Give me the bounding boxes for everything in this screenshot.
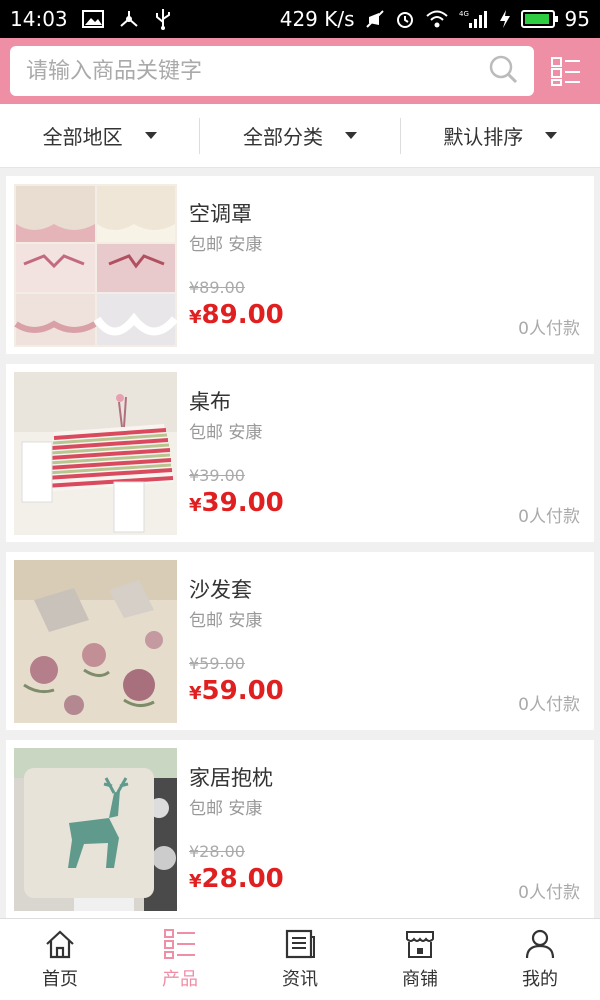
product-price: ¥39.00 <box>189 488 284 518</box>
list-icon <box>164 928 195 959</box>
search-box[interactable] <box>10 46 534 96</box>
product-info: 家居抱枕 包邮 安康 ¥28.00 ¥28.00 0人付款 <box>189 748 586 911</box>
filter-category[interactable]: 全部分类 <box>200 117 401 154</box>
product-price: ¥28.00 <box>189 864 284 894</box>
usb-tether-icon <box>118 9 140 29</box>
filter-label: 全部地区 <box>42 125 123 149</box>
product-list: 空调罩 包邮 安康 ¥89.00 ¥89.00 0人付款 桌布 包邮 安康 ¥3… <box>0 168 600 918</box>
bottom-nav: 首页 产品 资讯 商铺 我的 <box>0 918 600 1000</box>
product-sold-count: 0人付款 <box>518 318 580 339</box>
currency-symbol: ¥ <box>189 494 202 516</box>
filter-region[interactable]: 全部地区 <box>0 117 201 154</box>
product-tag: 包邮 安康 <box>189 610 263 631</box>
wifi-icon <box>425 9 449 29</box>
home-icon <box>46 930 74 958</box>
user-icon <box>525 929 555 958</box>
nav-products[interactable]: 产品 <box>120 919 240 1000</box>
price-value: 28.00 <box>201 863 284 894</box>
nav-label: 产品 <box>162 968 198 990</box>
product-tag: 包邮 安康 <box>189 798 263 819</box>
product-image <box>14 747 177 911</box>
product-sold-count: 0人付款 <box>518 694 580 715</box>
product-card[interactable]: 沙发套 包邮 安康 ¥59.00 ¥59.00 0人付款 <box>6 552 594 730</box>
network-speed: 429 K/s <box>279 7 355 31</box>
product-image <box>14 559 177 723</box>
product-info: 沙发套 包邮 安康 ¥59.00 ¥59.00 0人付款 <box>189 560 586 723</box>
product-name: 沙发套 <box>189 577 252 602</box>
product-name: 桌布 <box>189 389 231 414</box>
nav-home[interactable]: 首页 <box>0 919 120 1000</box>
nav-shop[interactable]: 商铺 <box>360 919 480 1000</box>
product-image <box>14 183 177 347</box>
category-menu-button[interactable] <box>550 55 582 87</box>
battery-icon <box>520 10 558 28</box>
product-card[interactable]: 空调罩 包邮 安康 ¥89.00 ¥89.00 0人付款 <box>6 176 594 354</box>
product-sold-count: 0人付款 <box>518 506 580 527</box>
mute-icon <box>365 9 385 29</box>
battery-percent: 95 <box>564 7 590 31</box>
category-grid-icon <box>551 57 580 86</box>
product-image <box>14 371 177 535</box>
nav-label: 首页 <box>42 968 78 990</box>
filter-bar: 全部地区 全部分类 默认排序 <box>0 104 600 168</box>
news-icon <box>285 929 315 958</box>
currency-symbol: ¥ <box>189 306 202 328</box>
caret-down-icon <box>545 132 558 139</box>
filter-sort[interactable]: 默认排序 <box>401 118 600 154</box>
product-info: 空调罩 包邮 安康 ¥89.00 ¥89.00 0人付款 <box>189 184 586 347</box>
product-price: ¥89.00 <box>189 300 284 330</box>
search-icon[interactable] <box>488 54 518 88</box>
alarm-icon <box>395 9 415 29</box>
product-card[interactable]: 家居抱枕 包邮 安康 ¥28.00 ¥28.00 0人付款 <box>6 740 594 918</box>
nav-label: 资讯 <box>282 968 318 990</box>
nav-news[interactable]: 资讯 <box>240 919 360 1000</box>
caret-down-icon <box>344 132 357 139</box>
product-price: ¥59.00 <box>189 676 284 706</box>
status-bar: 14:03 429 K/s 4G 95 <box>0 0 600 38</box>
usb-icon <box>154 8 172 30</box>
product-tag: 包邮 安康 <box>189 234 263 255</box>
product-name: 空调罩 <box>189 201 252 226</box>
product-name: 家居抱枕 <box>189 765 273 790</box>
currency-symbol: ¥ <box>189 870 202 892</box>
product-card[interactable]: 桌布 包邮 安康 ¥39.00 ¥39.00 0人付款 <box>6 364 594 542</box>
product-sold-count: 0人付款 <box>518 882 580 903</box>
search-input[interactable] <box>26 58 488 84</box>
nav-me[interactable]: 我的 <box>480 919 600 1000</box>
product-original-price: ¥28.00 <box>189 841 245 861</box>
product-original-price: ¥59.00 <box>189 653 245 673</box>
product-original-price: ¥89.00 <box>189 277 245 297</box>
header <box>0 38 600 104</box>
currency-symbol: ¥ <box>189 682 202 704</box>
charging-icon <box>499 9 511 29</box>
signal-label: 4G <box>459 10 469 18</box>
image-icon <box>81 9 104 29</box>
signal-icon: 4G <box>459 9 489 29</box>
product-original-price: ¥39.00 <box>189 465 245 485</box>
price-value: 89.00 <box>201 299 284 330</box>
caret-down-icon <box>144 132 157 139</box>
product-tag: 包邮 安康 <box>189 422 263 443</box>
filter-label: 全部分类 <box>242 125 323 149</box>
nav-label: 商铺 <box>402 968 438 990</box>
shop-icon <box>406 930 434 958</box>
clock: 14:03 <box>10 7 68 31</box>
price-value: 59.00 <box>201 675 284 706</box>
filter-label: 默认排序 <box>443 125 524 149</box>
nav-label: 我的 <box>522 968 558 990</box>
product-info: 桌布 包邮 安康 ¥39.00 ¥39.00 0人付款 <box>189 372 586 535</box>
price-value: 39.00 <box>201 487 284 518</box>
